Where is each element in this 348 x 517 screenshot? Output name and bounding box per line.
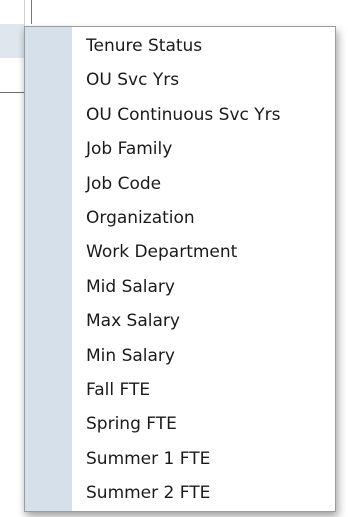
menu-item-min-salary[interactable]: Min Salary	[25, 339, 335, 373]
menu-item-ou-continuous-svc-yrs[interactable]: OU Continuous Svc Yrs	[25, 98, 335, 132]
menu-item-fall-fte[interactable]: Fall FTE	[25, 373, 335, 407]
background-panel	[0, 0, 25, 94]
menu-item-work-department[interactable]: Work Department	[25, 235, 335, 269]
menu-item-mid-salary[interactable]: Mid Salary	[25, 270, 335, 304]
menu-item-job-code[interactable]: Job Code	[25, 167, 335, 201]
menu-item-organization[interactable]: Organization	[25, 201, 335, 235]
background-edge	[31, 0, 32, 24]
menu-item-tenure-status[interactable]: Tenure Status	[25, 29, 335, 63]
menu-item-ou-svc-yrs[interactable]: OU Svc Yrs	[25, 63, 335, 97]
menu-item-max-salary[interactable]: Max Salary	[25, 304, 335, 338]
background-selected-row	[0, 24, 24, 58]
menu-item-spring-fte[interactable]: Spring FTE	[25, 407, 335, 441]
menu-item-summer-2-fte[interactable]: Summer 2 FTE	[25, 476, 335, 510]
background-divider	[0, 92, 24, 93]
menu-item-summer-1-fte[interactable]: Summer 1 FTE	[25, 442, 335, 476]
menu-item-job-family[interactable]: Job Family	[25, 132, 335, 166]
dropdown-menu: Tenure Status OU Svc Yrs OU Continuous S…	[24, 26, 336, 512]
menu-item-list: Tenure Status OU Svc Yrs OU Continuous S…	[25, 29, 335, 510]
